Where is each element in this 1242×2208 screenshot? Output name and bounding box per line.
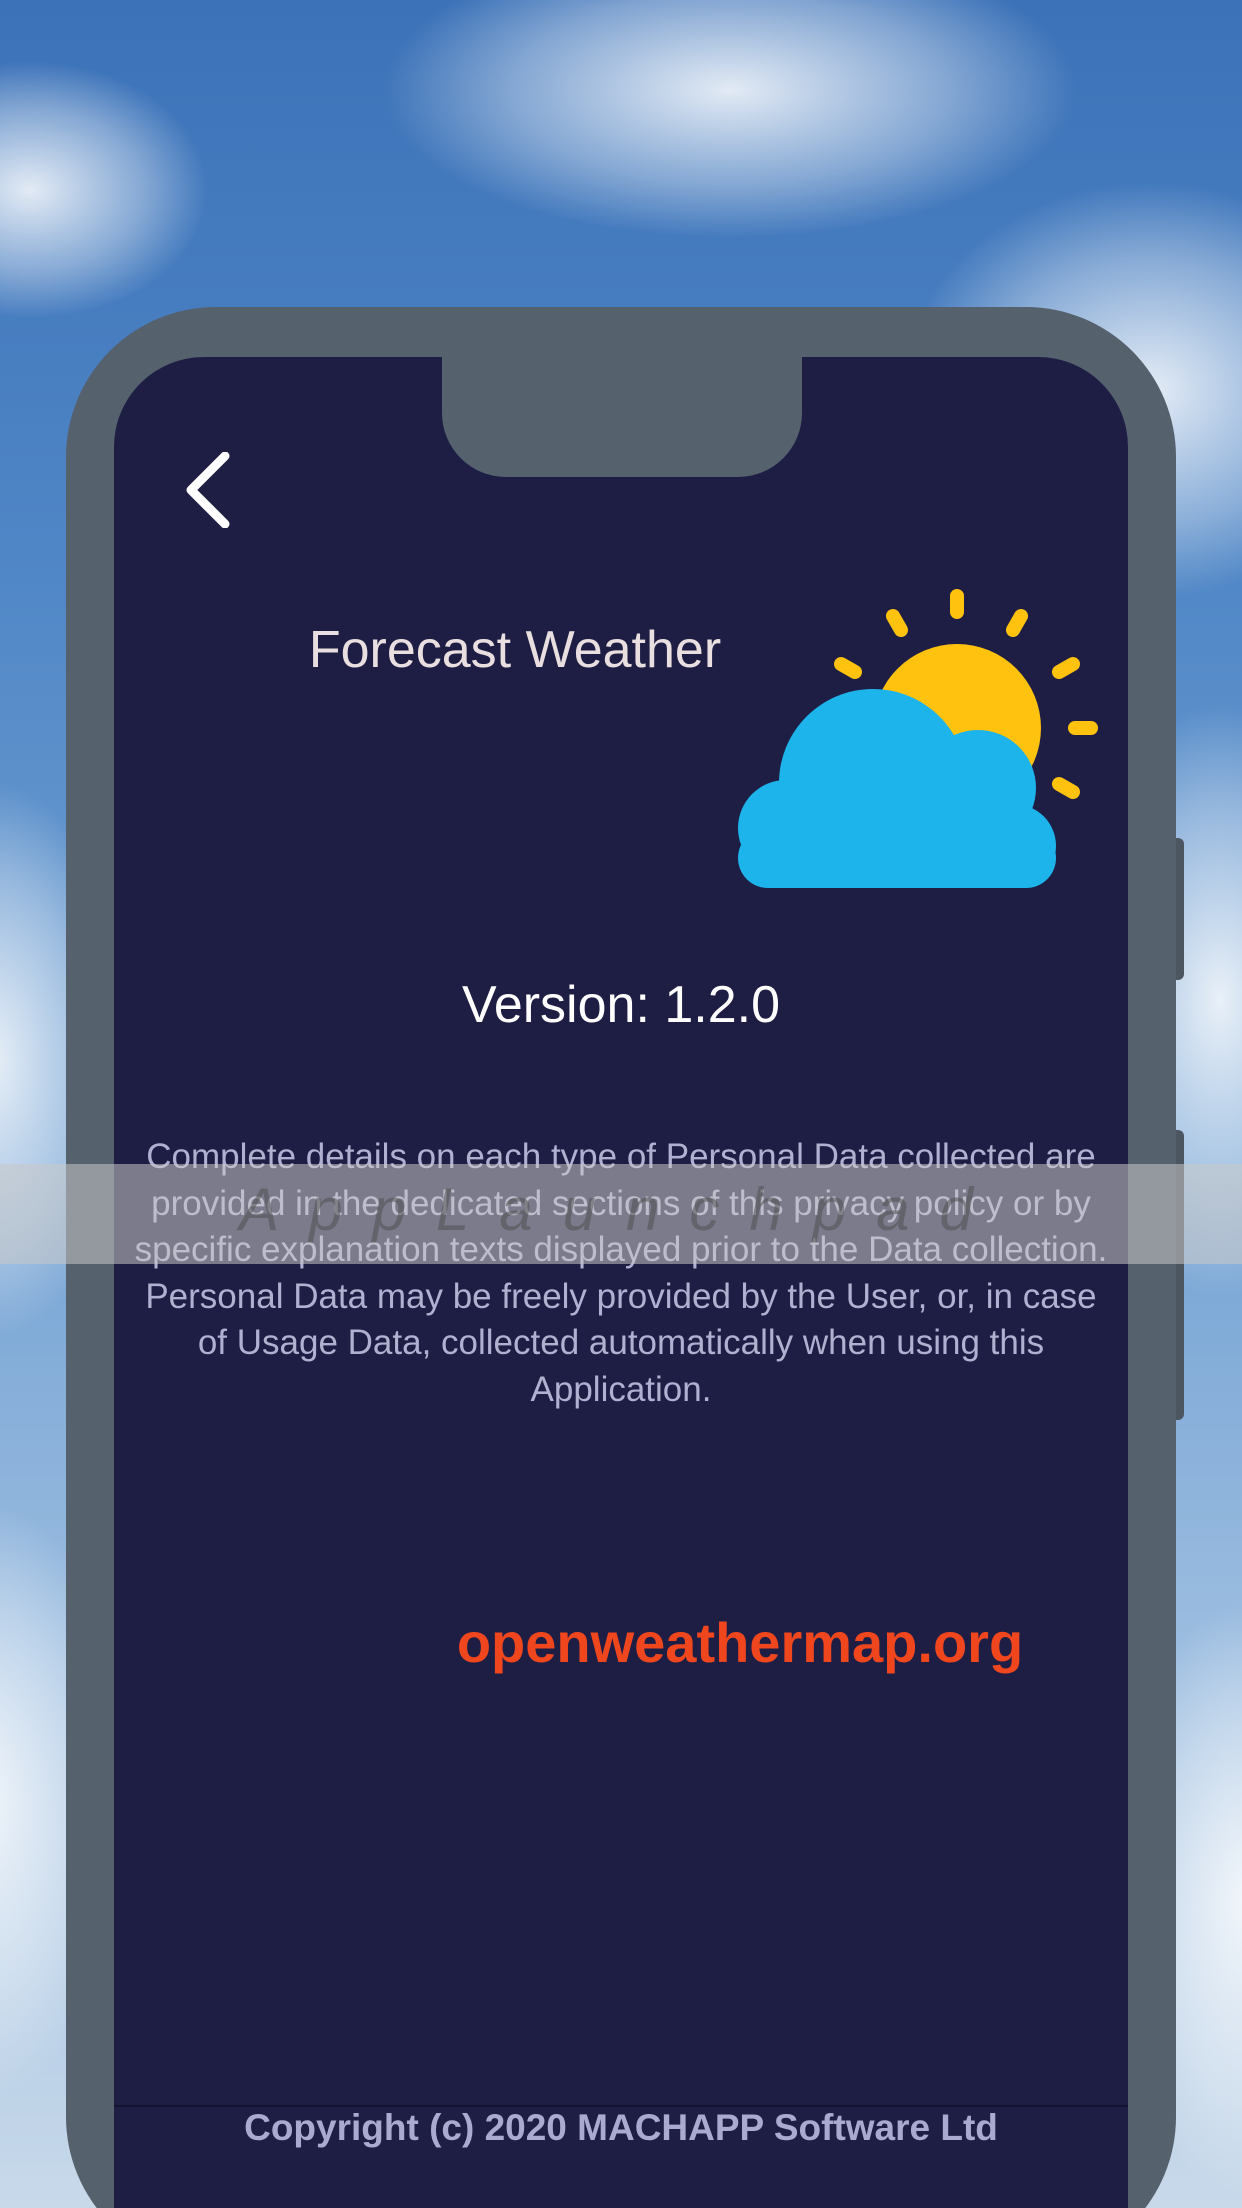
phone-side-button: [1176, 838, 1184, 980]
copyright-text: Copyright (c) 2020 MACHAPP Software Ltd: [244, 2107, 998, 2148]
copyright-footer: Copyright (c) 2020 MACHAPP Software Ltd: [114, 2105, 1128, 2208]
version-label: Version: 1.2.0: [462, 976, 780, 1034]
openweathermap-link[interactable]: openweathermap.org: [430, 1610, 1050, 1675]
promo-background: Forecast Weather Version: 1.2.0 Complete…: [0, 0, 1242, 2208]
sun-behind-cloud-icon: [738, 589, 1098, 888]
phone-notch: [442, 320, 802, 477]
app-title: Forecast Weather: [308, 621, 722, 679]
watermark: AppLaunchpad: [239, 1176, 1003, 1243]
sky-cloud: [380, 0, 1080, 240]
chevron-left-icon: [186, 452, 230, 528]
back-button[interactable]: [168, 448, 248, 532]
sky-cloud: [0, 60, 210, 320]
